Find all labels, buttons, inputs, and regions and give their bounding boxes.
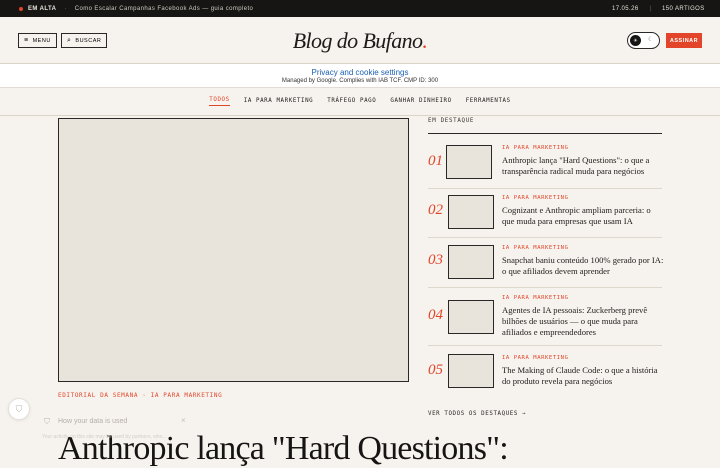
featured-number: 01	[428, 153, 443, 169]
nav-tab-todos[interactable]: TODOS	[209, 97, 230, 106]
nav-tab-ganhar-dinheiro[interactable]: GANHAR DINHEIRO	[390, 98, 451, 106]
article-count: 150 ARTIGOS	[662, 5, 705, 12]
subscribe-button[interactable]: ASSINAR	[666, 33, 702, 48]
featured-kicker: IA PARA MARKETING	[502, 145, 569, 151]
moon-icon: ☾	[648, 37, 654, 43]
featured-title[interactable]: The Making of Claude Code: o que a histó…	[502, 365, 664, 387]
featured-item[interactable]: 02 IA PARA MARKETING Cognizant e Anthrop…	[428, 190, 662, 238]
featured-kicker: IA PARA MARKETING	[502, 355, 569, 361]
top-trending-bar: EM ALTA · Como Escalar Campanhas Faceboo…	[0, 0, 720, 17]
featured-divider	[428, 237, 662, 238]
featured-title[interactable]: Snapchat baniu conteúdo 100% gerado por …	[502, 255, 664, 277]
featured-thumbnail[interactable]	[448, 195, 494, 229]
trending-link[interactable]: Como Escalar Campanhas Facebook Ads — gu…	[75, 6, 253, 12]
featured-thumbnail[interactable]	[448, 245, 494, 279]
theme-toggle-icon: ☀	[630, 35, 641, 46]
view-all-featured-link[interactable]: VER TODOS OS DESTAQUES →	[428, 411, 526, 417]
featured-number: 03	[428, 252, 443, 268]
trending-label: EM ALTA	[28, 5, 57, 12]
privacy-banner[interactable]: Privacy and cookie settings Managed by G…	[0, 64, 720, 88]
privacy-settings-link[interactable]: Privacy and cookie settings	[0, 68, 720, 77]
featured-number: 04	[428, 307, 443, 323]
nav-tab-ferramentas[interactable]: FERRAMENTAS	[466, 98, 511, 106]
privacy-shield-button[interactable]: ⛉	[8, 398, 30, 420]
category-nav: TODOS IA PARA MARKETING TRÁFEGO PAGO GAN…	[0, 88, 720, 116]
featured-kicker: IA PARA MARKETING	[502, 245, 569, 251]
featured-title[interactable]: Agentes de IA pessoais: Zuckerberg prevê…	[502, 305, 664, 338]
shield-icon: ⛉	[15, 403, 23, 414]
logo-text: Blog do Bufano	[292, 28, 423, 53]
privacy-subtitle: Managed by Google. Complies with IAB TCF…	[281, 78, 439, 84]
current-date: 17.05.26	[612, 5, 639, 12]
cookie-consent-popup: ⛉ How your data is used × Your activity …	[38, 410, 198, 450]
featured-divider	[428, 287, 662, 288]
cookie-popup-title: How your data is used	[58, 418, 128, 425]
featured-label: EM DESTAQUE	[428, 118, 475, 124]
featured-divider	[428, 345, 662, 346]
featured-item[interactable]: 01 IA PARA MARKETING Anthropic lança "Ha…	[428, 140, 662, 190]
shield-icon: ⛉	[44, 417, 50, 426]
theme-toggle[interactable]: ☀ ☾	[627, 32, 660, 49]
featured-kicker: IA PARA MARKETING	[502, 295, 569, 301]
nav-tab-ia-marketing[interactable]: IA PARA MARKETING	[244, 98, 314, 106]
close-icon[interactable]: ×	[181, 416, 186, 425]
cookie-popup-body: Your activity on this site may be used b…	[42, 434, 167, 440]
nav-tab-trafego-pago[interactable]: TRÁFEGO PAGO	[327, 98, 376, 106]
featured-divider	[428, 133, 662, 134]
hero-image[interactable]	[58, 118, 409, 382]
featured-item[interactable]: 04 IA PARA MARKETING Agentes de IA pesso…	[428, 290, 662, 346]
featured-thumbnail[interactable]	[448, 354, 494, 388]
featured-number: 05	[428, 362, 443, 378]
featured-kicker: IA PARA MARKETING	[502, 195, 569, 201]
live-dot-icon	[19, 6, 23, 11]
logo-dot: .	[422, 28, 428, 53]
featured-title[interactable]: Cognizant e Anthropic ampliam parceria: …	[502, 205, 664, 227]
featured-thumbnail[interactable]	[446, 145, 492, 179]
featured-number: 02	[428, 202, 443, 218]
featured-thumbnail[interactable]	[448, 300, 494, 334]
site-logo[interactable]: Blog do Bufano.	[0, 28, 720, 54]
trending-separator: ·	[64, 5, 67, 12]
site-header: ≡ MENU ⌕ BUSCAR Blog do Bufano. ☀ ☾ ASSI…	[0, 17, 720, 64]
featured-item[interactable]: 05 IA PARA MARKETING The Making of Claud…	[428, 350, 662, 398]
topbar-divider: |	[650, 5, 652, 12]
featured-title[interactable]: Anthropic lança "Hard Questions": o que …	[502, 155, 664, 177]
featured-item[interactable]: 03 IA PARA MARKETING Snapchat baniu cont…	[428, 240, 664, 288]
featured-divider	[428, 188, 662, 189]
hero-kicker: EDITORIAL DA SEMANA · IA PARA MARKETING	[58, 392, 223, 399]
